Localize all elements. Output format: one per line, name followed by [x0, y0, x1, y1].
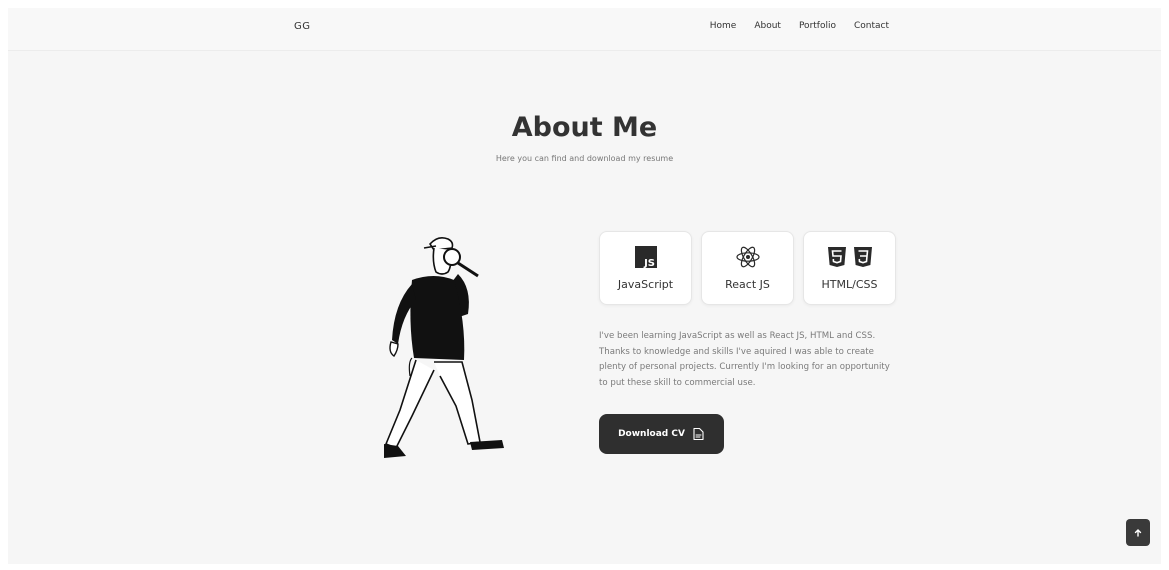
page-title: About Me — [511, 112, 658, 143]
scroll-to-top-button[interactable] — [1126, 519, 1150, 546]
page: GG Home About Portfolio Contact About Me… — [8, 8, 1161, 564]
skill-card-html-css: HTML/CSS — [803, 231, 896, 305]
arrow-up-icon — [1134, 528, 1142, 537]
page-subtitle: Here you can find and download my resume — [495, 154, 674, 163]
nav-link-home[interactable]: Home — [710, 21, 737, 31]
nav-link-contact[interactable]: Contact — [854, 21, 889, 31]
skill-label: React JS — [725, 278, 770, 291]
person-illustration — [384, 237, 504, 458]
javascript-icon: JS — [600, 245, 691, 269]
svg-text:JS: JS — [643, 258, 655, 268]
skills-row: JS JavaScript React JS HTML/CSS — [599, 231, 896, 305]
download-cv-button[interactable]: Download CV — [599, 414, 724, 454]
document-icon — [693, 427, 704, 441]
nav-link-about[interactable]: About — [754, 21, 781, 31]
download-cv-label: Download CV — [618, 429, 685, 439]
nav-links: Home About Portfolio Contact — [710, 21, 889, 31]
skill-label: HTML/CSS — [821, 278, 878, 291]
logo[interactable]: GG — [294, 21, 311, 32]
about-paragraph: I've been learning JavaScript as well as… — [599, 331, 890, 388]
react-icon — [702, 245, 793, 269]
html5-icon — [827, 247, 846, 267]
skill-card-javascript: JS JavaScript — [599, 231, 692, 305]
navbar: GG Home About Portfolio Contact — [8, 8, 1161, 51]
css3-icon — [853, 247, 872, 267]
skill-card-react: React JS — [701, 231, 794, 305]
nav-link-portfolio[interactable]: Portfolio — [799, 21, 836, 31]
html-css-icon — [804, 245, 895, 269]
skill-label: JavaScript — [617, 278, 674, 291]
